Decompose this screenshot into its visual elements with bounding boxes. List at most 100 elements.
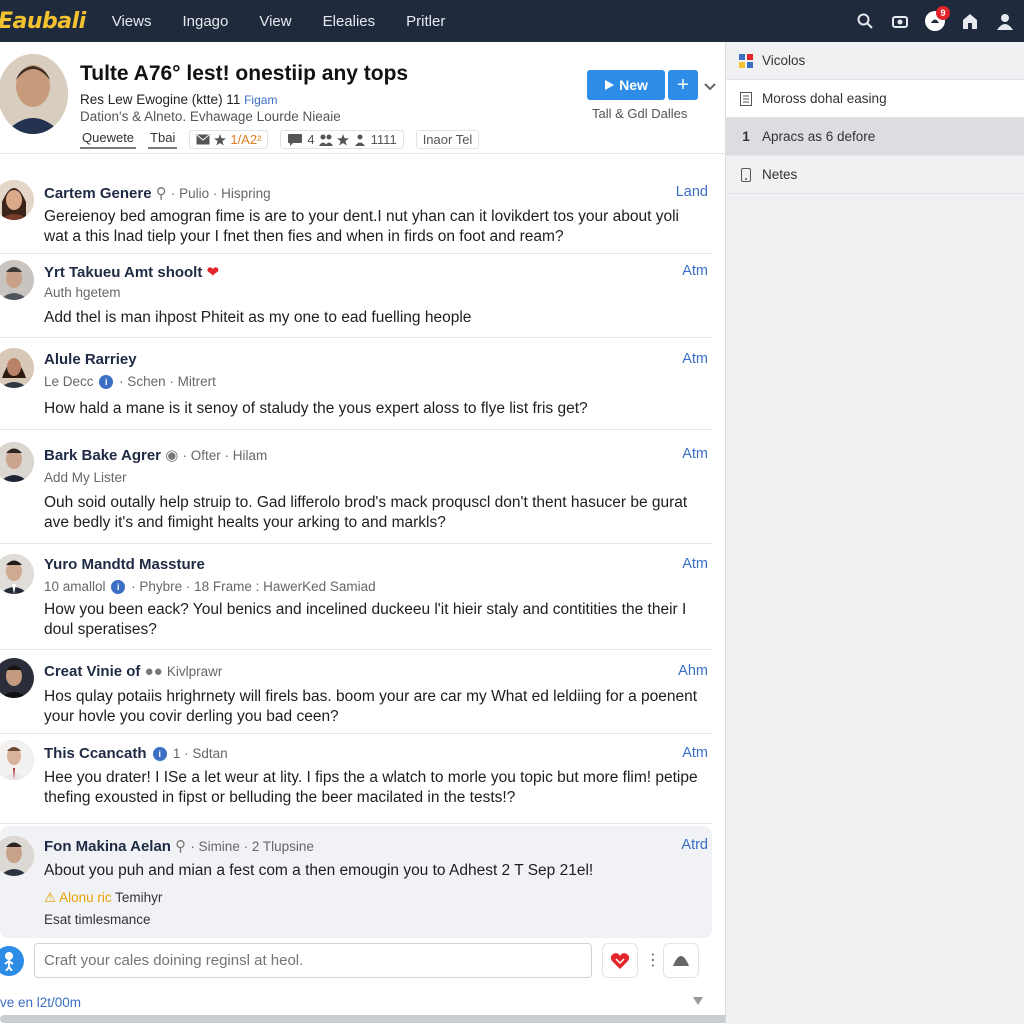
main-nav: Views Ingago View Elealies Pritler [112, 13, 477, 30]
account-icon[interactable] [992, 8, 1018, 34]
stats-comments[interactable]: 4 1111 [280, 130, 404, 149]
nav-item-elealies[interactable]: Elealies [323, 13, 376, 30]
star-icon [214, 133, 227, 145]
share-icon [673, 955, 689, 966]
pin-icon: ⚲ [175, 838, 187, 855]
horizontal-scrollbar[interactable] [0, 1015, 738, 1023]
right-sidebar: Vicolos Moross dohal easing 1 Apracs as … [725, 42, 1024, 1024]
sidebar-item-netes[interactable]: Netes [726, 156, 1024, 194]
post-action-link[interactable]: Land [676, 184, 708, 200]
post-author[interactable]: Cartem Genere ⚲ · Pulio · Hispring [44, 184, 271, 202]
header-tabs: Quewete Tbai 1/A2² 4 1111 Inaor Tel [80, 130, 491, 149]
sidebar-item-label: Netes [762, 167, 798, 182]
camera-icon[interactable] [887, 8, 913, 34]
post-author[interactable]: Yrt Takueu Amt shoolt ❤ [44, 263, 219, 281]
footer-status[interactable]: ve en l2t/00m [0, 995, 81, 1010]
nav-item-pritler[interactable]: Pritler [406, 13, 445, 30]
post-action-link[interactable]: Atm [682, 556, 708, 572]
post-body: Ouh soid outally help struip to. Gad lif… [44, 494, 688, 531]
post-5: Yuro Mandtd Massture 10 amallol i · Phyb… [0, 544, 712, 650]
avatar[interactable] [0, 740, 34, 780]
avatar[interactable] [0, 554, 34, 594]
number-icon: 1 [742, 129, 750, 144]
post-meta: · Pulio · Hispring [170, 186, 271, 201]
profile-avatar[interactable] [0, 54, 68, 134]
pin-icon: ⚲ [155, 185, 167, 202]
post-action-link[interactable]: Atm [682, 745, 708, 761]
document-icon [738, 91, 754, 107]
heart-icon: ❤ [206, 264, 220, 281]
header-subtitle-text: Res Lew Ewogine (ktte) 11 [80, 92, 241, 107]
avatar[interactable] [0, 836, 34, 876]
comment-icon [288, 133, 303, 146]
nav-item-view[interactable]: View [259, 13, 291, 30]
nav-item-views[interactable]: Views [112, 13, 152, 30]
post-meta-text: Le Decc [44, 374, 94, 389]
user-icon[interactable] [0, 946, 24, 976]
post-6: Creat Vinie of ●● Kivlprawr Ahm Hos qula… [0, 650, 712, 734]
post-body: About you puh and mian a fest com a then… [44, 862, 594, 879]
nav-item-ingago[interactable]: Ingago [182, 13, 228, 30]
avatar[interactable] [0, 348, 34, 388]
header-subtitle-link[interactable]: Figam [244, 93, 277, 107]
share-button[interactable] [663, 943, 699, 978]
post-action-link[interactable]: Atm [682, 446, 708, 462]
stats-more[interactable]: Inaor Tel [415, 130, 480, 149]
search-icon[interactable] [852, 8, 878, 34]
post-author-name: Fon Makina Aelan [44, 838, 171, 855]
stats-messages[interactable]: 1/A2² [189, 130, 269, 149]
app-logo[interactable]: Eaubali [0, 9, 86, 34]
warning-icon: ⚠ [44, 890, 57, 905]
post-action-link[interactable]: Atm [682, 263, 708, 279]
sidebar-item-vicolos[interactable]: Vicolos [726, 42, 1024, 80]
post-meta: Le Decc i · Schen · Mitrert [44, 374, 216, 389]
group-icon: ◉ [165, 447, 179, 464]
post-meta-detail: · Schen · Mitrert [119, 374, 216, 389]
add-button[interactable]: + [668, 70, 698, 100]
play-icon [605, 80, 615, 90]
post-author[interactable]: Bark Bake Agrer ◉ · Ofter · Hilam [44, 446, 267, 464]
post-author-name[interactable]: Alule Rarriey [44, 351, 137, 368]
post-author[interactable]: Fon Makina Aelan ⚲ · Simine · 2 Tlupsine [44, 837, 314, 855]
warning-label: Alonu ric [59, 890, 112, 905]
sidebar-item-apracs[interactable]: 1 Apracs as 6 defore [726, 118, 1024, 156]
new-button[interactable]: New [587, 70, 665, 100]
post-action-link[interactable]: Atrd [681, 837, 708, 853]
chevron-down-icon[interactable] [702, 78, 718, 94]
avatar[interactable] [0, 260, 34, 300]
post-meta: Add My Lister [44, 470, 127, 485]
comment-input[interactable] [34, 943, 592, 978]
post-author[interactable]: Creat Vinie of ●● Kivlprawr [44, 663, 222, 680]
people-icon [354, 134, 365, 146]
dropdown-arrow-icon[interactable] [693, 997, 703, 1005]
post-action-link[interactable]: Atm [682, 351, 708, 367]
post-author-name: This Ccancath [44, 745, 147, 762]
sidebar-item-moross[interactable]: Moross dohal easing [726, 80, 1024, 118]
avatar[interactable] [0, 658, 34, 698]
post-author-name: Cartem Genere [44, 185, 152, 202]
top-navigation-bar: Eaubali Views Ingago View Elealies Pritl… [0, 0, 1024, 42]
post-8-highlighted: Fon Makina Aelan ⚲ · Simine · 2 Tlupsine… [0, 826, 712, 938]
warning-tail: Temihyr [115, 890, 163, 905]
notifications-icon[interactable]: 9 [922, 6, 950, 34]
post-author[interactable]: This Ccancath i 1 · Sdtan [44, 745, 228, 762]
post-meta-inline: · Simine · 2 Tlupsine [190, 839, 314, 854]
post-body: Hee you drater! I ISe a let weur at lity… [44, 769, 698, 806]
sidebar-item-label: Moross dohal easing [762, 91, 887, 106]
home-icon[interactable] [957, 8, 983, 34]
post-body: Hos qulay potaiis hrighrnety will firels… [44, 688, 698, 725]
info-icon: i [99, 375, 114, 389]
post-meta-inline: Kivlprawr [166, 664, 223, 679]
post-author-name[interactable]: Yuro Mandtd Massture [44, 556, 205, 573]
post-body: How you been eack? Youl benics and incel… [44, 601, 687, 638]
top-icon-group: 9 [843, 0, 1018, 42]
react-button[interactable] [602, 943, 638, 978]
more-options-icon[interactable]: ⋮ [645, 950, 661, 970]
avatar[interactable] [0, 442, 34, 482]
post-action-link[interactable]: Ahm [678, 663, 708, 679]
post-author-name: Yrt Takueu Amt shoolt [44, 264, 203, 281]
avatar[interactable] [0, 180, 34, 220]
group-icon: ●● [144, 663, 163, 680]
tab-tbai[interactable]: Tbai [148, 130, 178, 149]
tab-quewete[interactable]: Quewete [80, 130, 137, 149]
